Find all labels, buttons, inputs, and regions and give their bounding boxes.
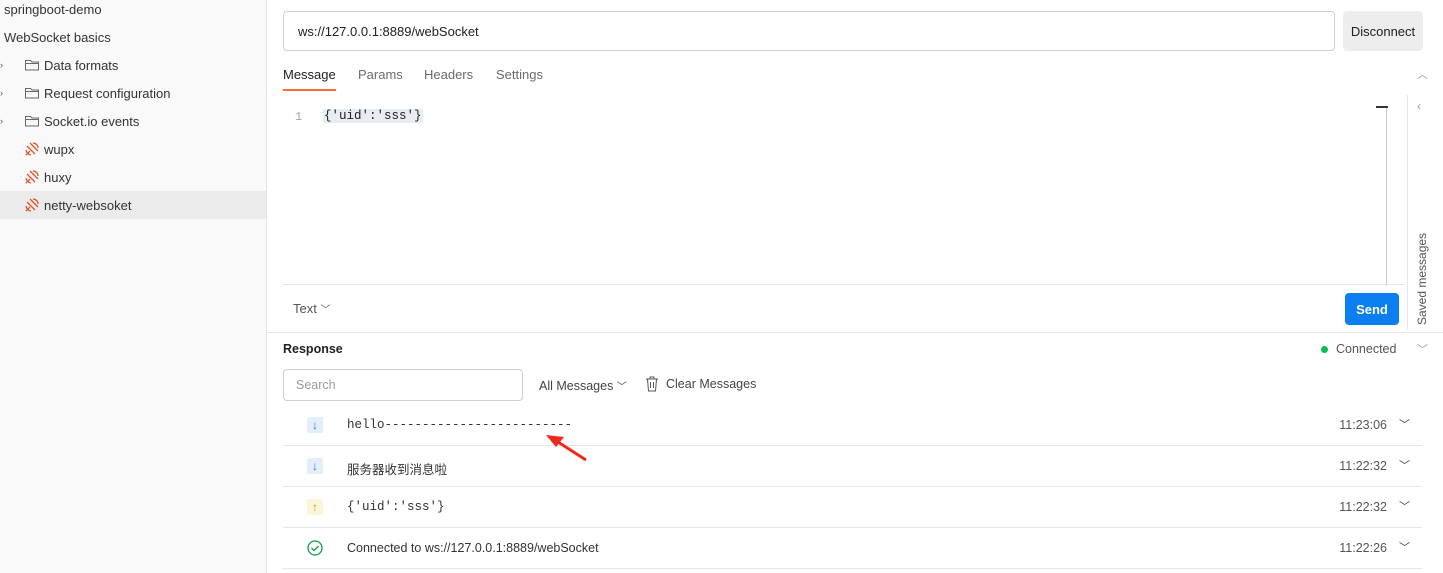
arrow-down-icon: ↓ bbox=[307, 417, 323, 433]
format-dropdown[interactable]: Text ﹀ bbox=[293, 301, 330, 316]
connection-status: Connected bbox=[1321, 342, 1396, 356]
code-line[interactable]: {'uid':'sss'} bbox=[323, 109, 423, 123]
message-row[interactable]: ↓ 服务器收到消息啦 11:22:32 ﹀ bbox=[283, 446, 1422, 487]
editor-scrollbar[interactable] bbox=[1376, 106, 1388, 286]
sidebar-item-data-formats[interactable]: › Data formats bbox=[0, 51, 266, 79]
trash-icon bbox=[646, 376, 658, 392]
message-row[interactable]: ↓ hello------------------------- 11:23:0… bbox=[283, 405, 1422, 446]
chevron-down-icon[interactable]: ﹀ bbox=[1417, 341, 1428, 357]
chevron-down-icon[interactable]: ﹀ bbox=[1399, 416, 1410, 432]
sidebar-item-socketio-events[interactable]: › Socket.io events bbox=[0, 107, 266, 135]
sidebar-item-netty-websoket[interactable]: netty-websoket bbox=[0, 191, 266, 219]
response-title: Response bbox=[283, 342, 343, 356]
chevron-down-icon[interactable]: ﹀ bbox=[1399, 539, 1410, 555]
arrow-down-icon: ↓ bbox=[307, 458, 323, 474]
divider bbox=[267, 332, 1443, 333]
clear-messages-button[interactable]: Clear Messages bbox=[645, 376, 756, 392]
tab-headers[interactable]: Headers bbox=[424, 67, 473, 82]
send-button[interactable]: Send bbox=[1345, 293, 1399, 325]
message-filter-dropdown[interactable]: All Messages ﹀ bbox=[539, 378, 627, 393]
chevron-left-icon[interactable]: ‹ bbox=[1417, 99, 1421, 113]
arrow-up-icon: ↑ bbox=[307, 499, 323, 515]
message-editor[interactable]: 1 {'uid':'sss'} bbox=[283, 96, 1405, 286]
chevron-right-icon[interactable]: › bbox=[0, 116, 3, 126]
tab-settings[interactable]: Settings bbox=[496, 67, 543, 82]
search-input[interactable]: Search bbox=[283, 369, 523, 401]
websocket-icon bbox=[25, 170, 39, 184]
message-row[interactable]: ↑ {'uid':'sss'} 11:22:32 ﹀ bbox=[283, 487, 1422, 528]
chevron-down-icon: ﹀ bbox=[616, 382, 627, 393]
annotation-arrow-icon bbox=[546, 435, 587, 462]
sidebar-item-request-configuration[interactable]: › Request configuration bbox=[0, 79, 266, 107]
chevron-right-icon[interactable]: › bbox=[0, 88, 3, 98]
sidebar-item-collection[interactable]: WebSocket basics bbox=[0, 23, 266, 51]
websocket-icon bbox=[25, 142, 39, 156]
disconnect-button[interactable]: Disconnect bbox=[1343, 11, 1423, 51]
sidebar-item-workspace[interactable]: springboot-demo bbox=[0, 0, 266, 23]
chevron-down-icon[interactable]: ﹀ bbox=[1399, 457, 1410, 473]
websocket-icon bbox=[25, 198, 39, 212]
chevron-down-icon: ﹀ bbox=[320, 305, 331, 316]
saved-messages-label[interactable]: Saved messages bbox=[1415, 233, 1429, 325]
folder-icon bbox=[25, 88, 39, 99]
sidebar-item-huxy[interactable]: huxy bbox=[0, 163, 266, 191]
url-input[interactable]: ws://127.0.0.1:8889/webSocket bbox=[283, 11, 1335, 51]
chevron-right-icon[interactable]: › bbox=[0, 60, 3, 70]
tab-params[interactable]: Params bbox=[358, 67, 403, 82]
tab-message[interactable]: Message bbox=[283, 67, 336, 91]
line-number: 1 bbox=[295, 110, 303, 124]
folder-icon bbox=[25, 116, 39, 127]
folder-icon bbox=[25, 60, 39, 71]
chevron-down-icon[interactable]: ﹀ bbox=[1399, 498, 1410, 514]
sidebar: springboot-demo WebSocket basics › Data f… bbox=[0, 0, 267, 573]
check-circle-icon bbox=[307, 540, 323, 556]
message-row[interactable]: Connected to ws://127.0.0.1:8889/webSock… bbox=[283, 528, 1422, 569]
chevron-up-icon[interactable]: ︿ bbox=[1417, 66, 1428, 82]
status-dot-icon bbox=[1321, 345, 1328, 353]
sidebar-item-wupx[interactable]: wupx bbox=[0, 135, 266, 163]
